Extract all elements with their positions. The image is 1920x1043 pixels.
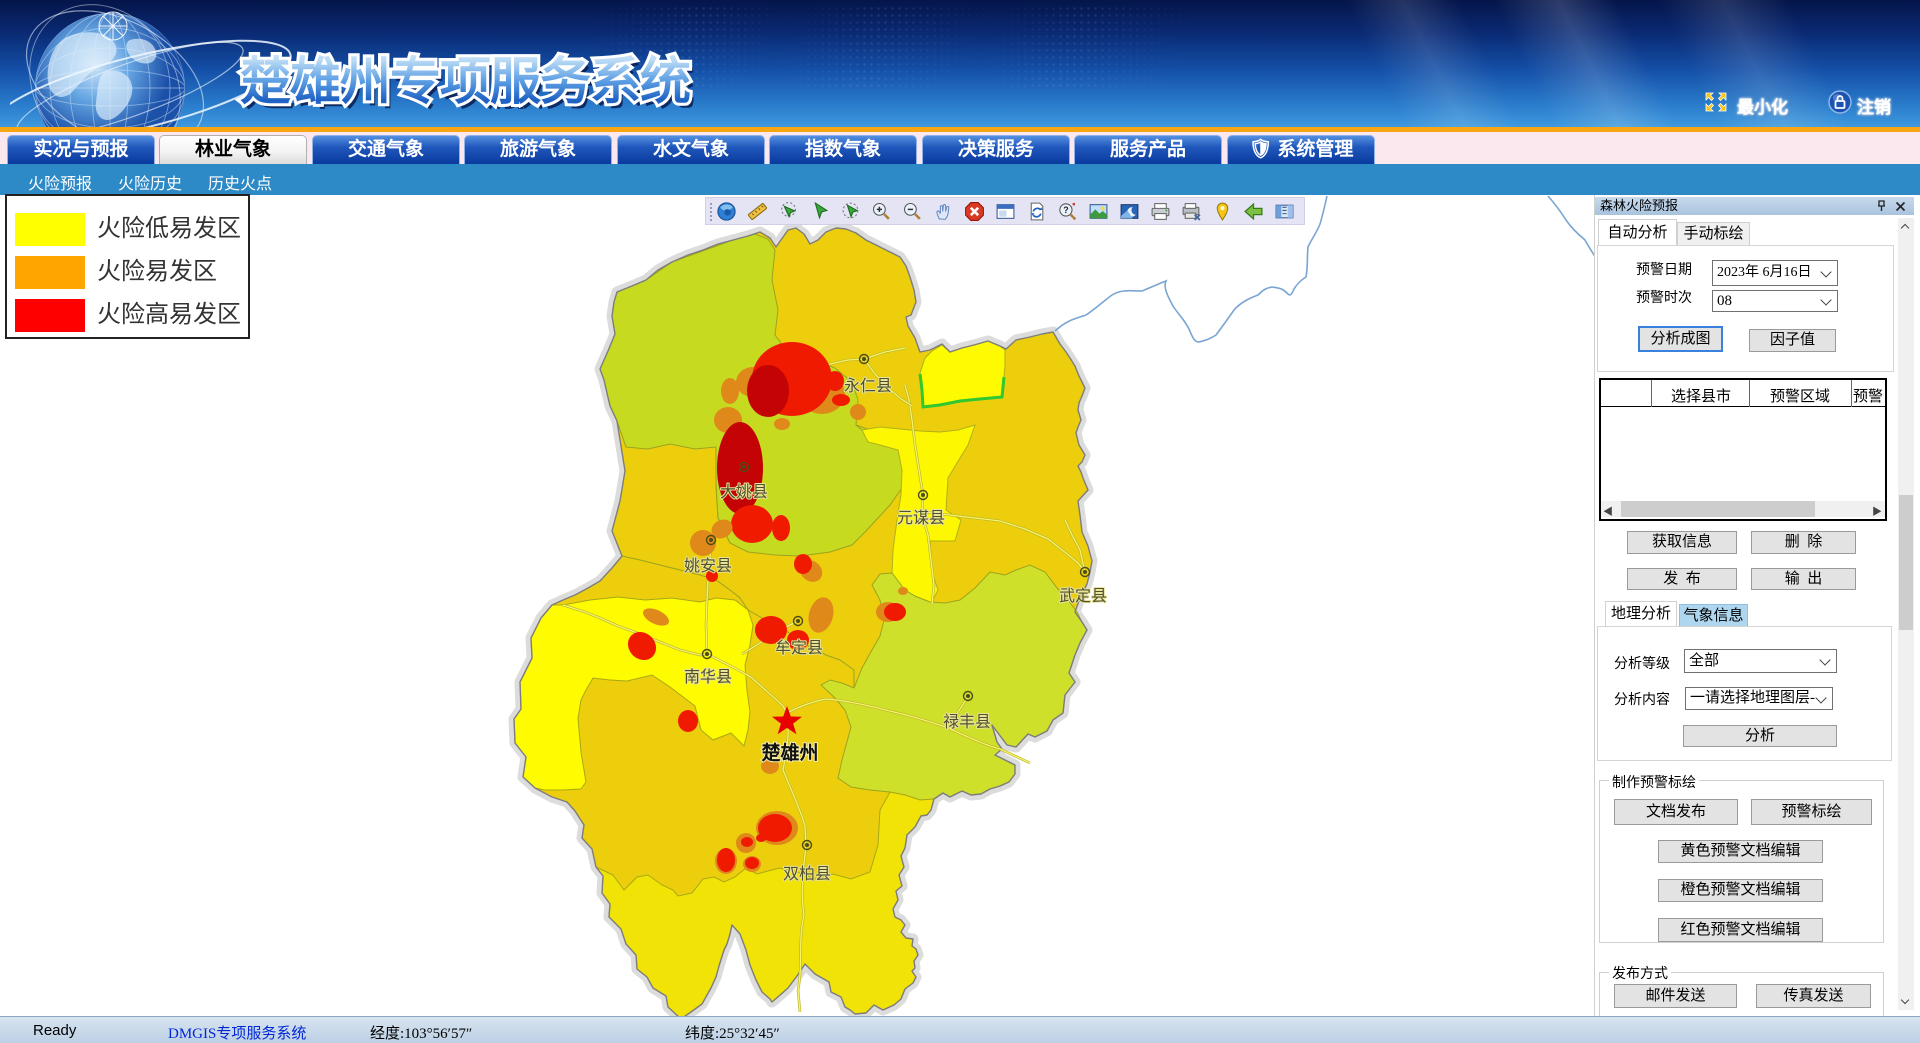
svg-text:双柏县: 双柏县 <box>783 865 831 883</box>
svg-text:牟定县: 牟定县 <box>775 639 823 657</box>
svg-text:武定县: 武定县 <box>1059 587 1107 605</box>
svg-text:?: ? <box>1063 205 1068 215</box>
svg-text:元谋县: 元谋县 <box>897 509 945 527</box>
svg-text:永仁县: 永仁县 <box>844 377 892 395</box>
svg-text:大姚县: 大姚县 <box>720 483 768 501</box>
svg-text:姚安县: 姚安县 <box>684 557 732 575</box>
svg-text:南华县: 南华县 <box>684 668 732 686</box>
svg-text:禄丰县: 禄丰县 <box>943 713 991 731</box>
svg-text:楚雄州: 楚雄州 <box>761 741 818 764</box>
